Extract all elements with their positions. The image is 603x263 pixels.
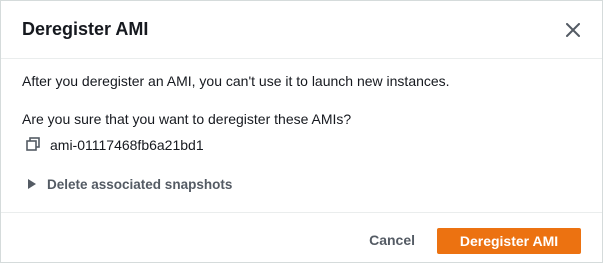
info-text: After you deregister an AMI, you can't u… — [22, 73, 450, 89]
dialog-title: Deregister AMI — [22, 19, 149, 39]
deregister-ami-button[interactable]: Deregister AMI — [437, 228, 581, 254]
caret-right-icon — [28, 178, 38, 191]
copy-icon[interactable] — [26, 137, 42, 153]
delete-snapshots-expander[interactable]: Delete associated snapshots — [28, 177, 232, 192]
deregister-ami-dialog: Deregister AMI After you deregister an A… — [0, 0, 603, 263]
ami-id: ami-01117468fb6a21bd1 — [50, 137, 204, 153]
close-icon — [566, 23, 580, 37]
ami-list-item: ami-01117468fb6a21bd1 — [26, 134, 204, 156]
dialog-header: Deregister AMI — [1, 1, 602, 59]
confirm-text: Are you sure that you want to deregister… — [22, 111, 352, 127]
close-button[interactable] — [560, 17, 586, 43]
dialog-footer: Cancel Deregister AMI — [1, 212, 602, 262]
cancel-button[interactable]: Cancel — [367, 227, 417, 253]
expander-label: Delete associated snapshots — [47, 177, 233, 192]
